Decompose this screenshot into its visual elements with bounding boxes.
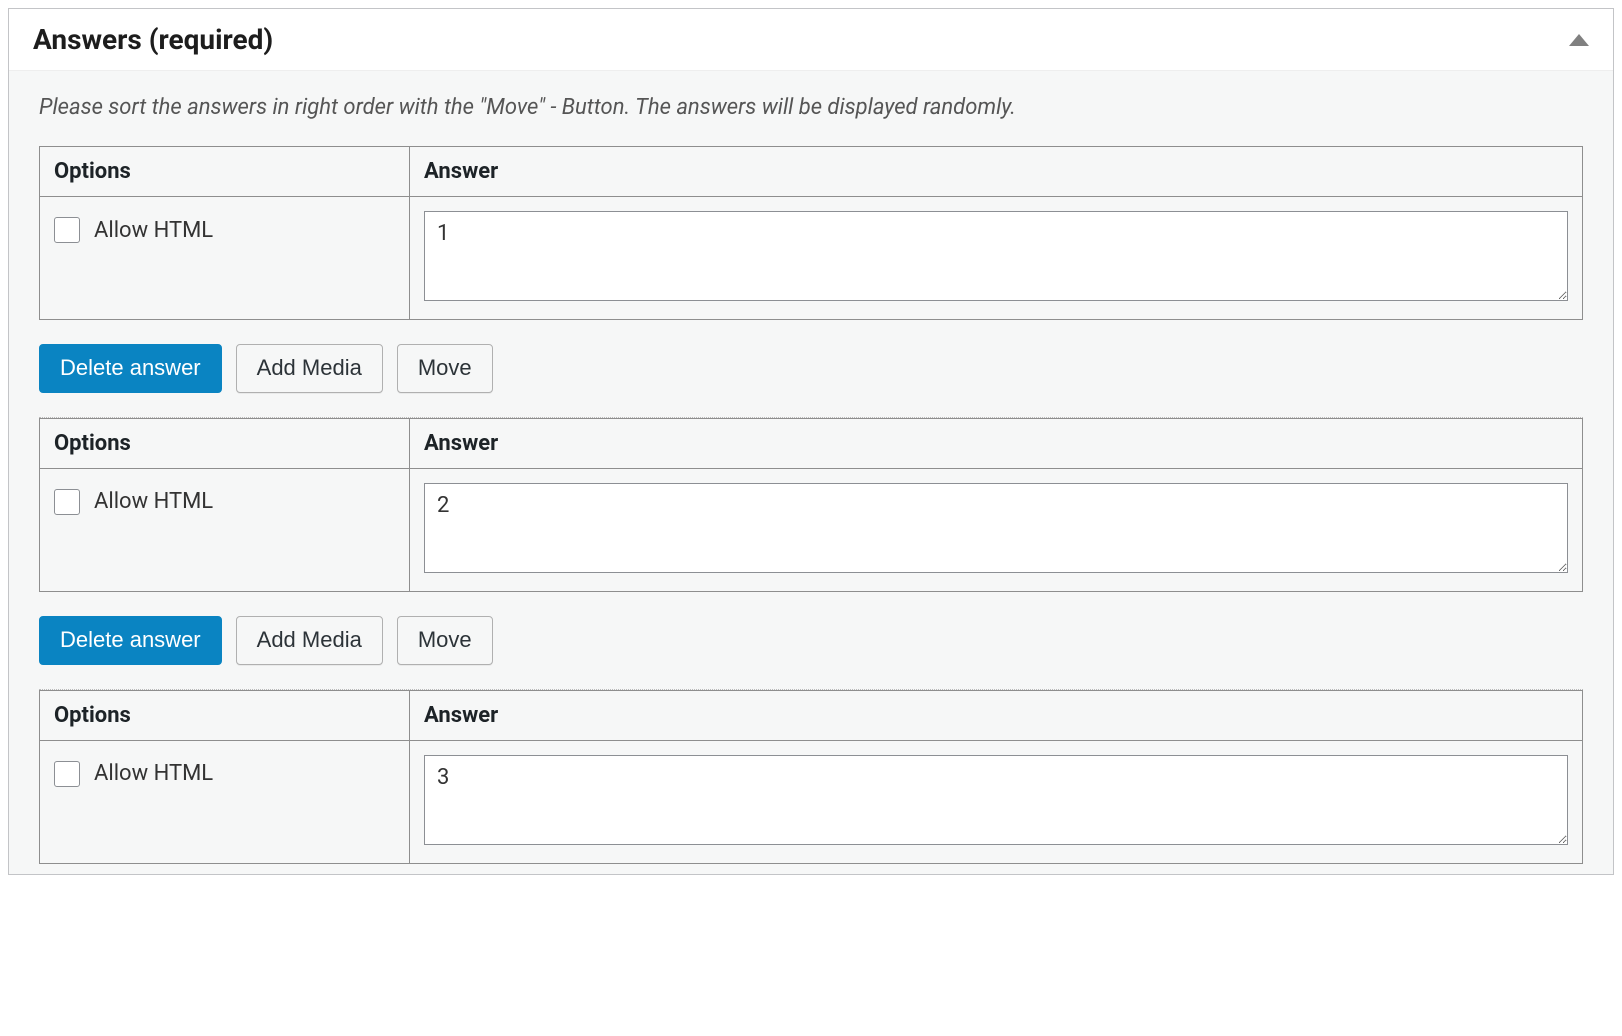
answer-group: Options Answer Allow HTML Del — [39, 418, 1583, 665]
allow-html-label: Allow HTML — [94, 761, 213, 786]
allow-html-option[interactable]: Allow HTML — [54, 217, 395, 243]
answer-header: Answer — [410, 690, 1583, 740]
allow-html-label: Allow HTML — [94, 489, 213, 514]
answer-actions: Delete answer Add Media Move — [39, 344, 1583, 393]
add-media-button[interactable]: Add Media — [236, 616, 383, 665]
panel-description: Please sort the answers in right order w… — [39, 95, 1583, 120]
add-media-button[interactable]: Add Media — [236, 344, 383, 393]
options-cell: Allow HTML — [40, 740, 410, 863]
collapse-toggle-icon[interactable] — [1569, 34, 1589, 46]
options-cell: Allow HTML — [40, 468, 410, 591]
answer-textarea[interactable] — [424, 211, 1568, 301]
allow-html-checkbox[interactable] — [54, 761, 80, 787]
answer-group: Options Answer Allow HTML — [39, 690, 1583, 864]
answer-table: Options Answer Allow HTML — [39, 690, 1583, 864]
options-header: Options — [40, 418, 410, 468]
answer-cell — [410, 740, 1583, 863]
panel-body: Please sort the answers in right order w… — [9, 71, 1613, 874]
delete-answer-button[interactable]: Delete answer — [39, 344, 222, 393]
answer-header: Answer — [410, 147, 1583, 197]
allow-html-option[interactable]: Allow HTML — [54, 761, 395, 787]
answer-group: Options Answer Allow HTML Del — [39, 146, 1583, 393]
answer-cell — [410, 468, 1583, 591]
move-button[interactable]: Move — [397, 616, 493, 665]
answer-cell — [410, 197, 1583, 320]
answers-panel: Answers (required) Please sort the answe… — [8, 8, 1614, 875]
answer-textarea[interactable] — [424, 483, 1568, 573]
answer-actions: Delete answer Add Media Move — [39, 616, 1583, 665]
move-button[interactable]: Move — [397, 344, 493, 393]
panel-title: Answers (required) — [33, 23, 273, 56]
answer-table: Options Answer Allow HTML — [39, 418, 1583, 592]
allow-html-label: Allow HTML — [94, 218, 213, 243]
allow-html-option[interactable]: Allow HTML — [54, 489, 395, 515]
options-header: Options — [40, 147, 410, 197]
answer-header: Answer — [410, 418, 1583, 468]
delete-answer-button[interactable]: Delete answer — [39, 616, 222, 665]
allow-html-checkbox[interactable] — [54, 489, 80, 515]
options-cell: Allow HTML — [40, 197, 410, 320]
answer-textarea[interactable] — [424, 755, 1568, 845]
options-header: Options — [40, 690, 410, 740]
answer-table: Options Answer Allow HTML — [39, 146, 1583, 320]
allow-html-checkbox[interactable] — [54, 217, 80, 243]
panel-header: Answers (required) — [9, 9, 1613, 71]
